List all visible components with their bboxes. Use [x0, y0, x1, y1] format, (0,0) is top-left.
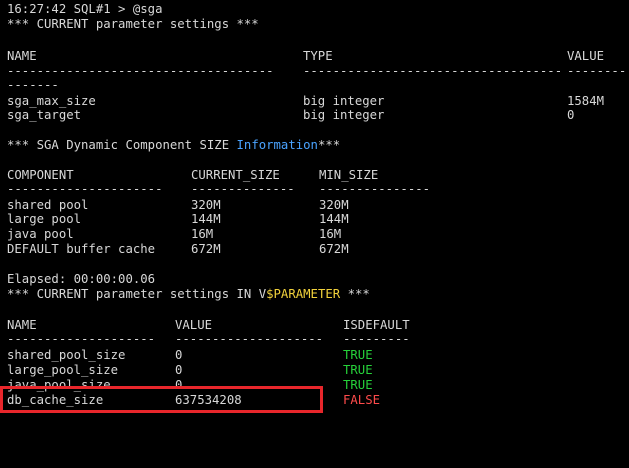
- table-row: large_pool_size 0 TRUE: [7, 363, 373, 378]
- prompt-line: 16:27:42 SQL#1 > @sga: [7, 2, 163, 16]
- param-value: 0: [175, 363, 183, 377]
- header-type: TYPE: [303, 49, 333, 63]
- param-name: large_pool_size: [7, 363, 119, 377]
- component-name: DEFAULT buffer cache: [7, 242, 156, 256]
- param-name: sga_max_size: [7, 94, 96, 108]
- current-size: 672M: [191, 242, 221, 256]
- min-size: 320M: [319, 198, 349, 212]
- divider-value: --------: [567, 64, 627, 78]
- divider-value: --------------------: [175, 332, 324, 346]
- table-row: DEFAULT buffer cache 672M 672M: [7, 242, 349, 257]
- param-type: big integer: [303, 108, 385, 122]
- table-row: sga_max_size big integer 1584M: [7, 94, 604, 109]
- header-component: COMPONENT: [7, 168, 74, 182]
- divider-type: -----------------------------------: [303, 64, 563, 78]
- divider-component: ---------------------: [7, 182, 163, 196]
- table-row: shared_pool_size 0 TRUE: [7, 348, 373, 363]
- section2-title-suffix: ***: [317, 138, 341, 152]
- isdefault-value: FALSE: [343, 393, 381, 407]
- section1-header: NAME TYPE VALUE: [7, 49, 604, 64]
- isdefault-value: TRUE: [343, 378, 373, 392]
- table-row: sga_target big integer 0: [7, 108, 574, 123]
- param-name: shared_pool_size: [7, 348, 126, 362]
- section3-title: *** CURRENT parameter settings IN V$PARA…: [7, 287, 370, 302]
- header-value: VALUE: [567, 49, 605, 63]
- section1-title: *** CURRENT parameter settings ***: [7, 17, 259, 31]
- table-row: java pool 16M 16M: [7, 227, 341, 242]
- section2-title: *** SGA Dynamic Component SIZE Informati…: [7, 138, 340, 153]
- param-value: 0: [175, 348, 183, 362]
- section1-divider: ------------------------------------ ---…: [7, 64, 626, 79]
- min-size: 16M: [319, 227, 342, 241]
- isdefault-value: TRUE: [343, 363, 373, 377]
- header-value: VALUE: [175, 318, 213, 332]
- header-name: NAME: [7, 318, 37, 332]
- terminal-window[interactable]: 16:27:42 SQL#1 > @sga *** CURRENT parame…: [0, 0, 629, 417]
- section3-divider: -------------------- -------------------…: [7, 332, 410, 347]
- divider-isdefault: ---------: [343, 332, 410, 346]
- header-min-size: MIN_SIZE: [319, 168, 379, 182]
- section2-divider: --------------------- -------------- ---…: [7, 182, 430, 197]
- param-name: sga_target: [7, 108, 82, 122]
- param-value: 0: [567, 108, 575, 122]
- section3-title-prefix: *** CURRENT parameter settings IN V: [7, 287, 267, 301]
- elapsed-time: Elapsed: 00:00:00.06: [7, 272, 156, 286]
- section3-title-keyword: $PARAMETER: [266, 287, 341, 301]
- min-size: 672M: [319, 242, 349, 256]
- table-row: shared pool 320M 320M: [7, 198, 349, 213]
- section3-header: NAME VALUE ISDEFAULT: [7, 318, 410, 333]
- annotation-highlight-box: [0, 386, 323, 413]
- section2-title-prefix: *** SGA Dynamic Component SIZE: [7, 138, 237, 152]
- section2-title-keyword: Information: [236, 138, 318, 152]
- current-size: 144M: [191, 212, 221, 226]
- param-type: big integer: [303, 94, 385, 108]
- section1-divider-wrap: -------: [7, 78, 59, 92]
- header-name: NAME: [7, 49, 37, 63]
- current-size: 16M: [191, 227, 214, 241]
- component-name: java pool: [7, 227, 74, 241]
- component-name: shared pool: [7, 198, 89, 212]
- divider-name: --------------------: [7, 332, 156, 346]
- current-size: 320M: [191, 198, 221, 212]
- component-name: large pool: [7, 212, 82, 226]
- param-value: 1584M: [567, 94, 605, 108]
- section3-title-suffix: ***: [340, 287, 370, 301]
- table-row: large pool 144M 144M: [7, 212, 349, 227]
- section2-header: COMPONENT CURRENT_SIZE MIN_SIZE: [7, 168, 378, 183]
- isdefault-value: TRUE: [343, 348, 373, 362]
- min-size: 144M: [319, 212, 349, 226]
- header-isdefault: ISDEFAULT: [343, 318, 410, 332]
- divider-min-size: ---------------: [319, 182, 431, 196]
- divider-name: ------------------------------------: [7, 64, 274, 78]
- header-current-size: CURRENT_SIZE: [191, 168, 280, 182]
- divider-current-size: --------------: [191, 182, 295, 196]
